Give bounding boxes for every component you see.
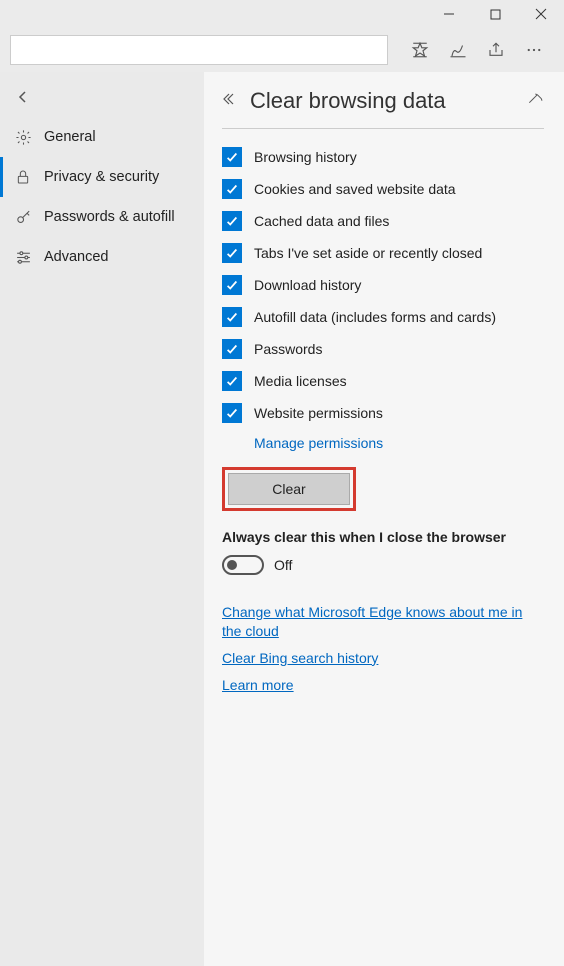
bing-history-link[interactable]: Clear Bing search history [222,649,544,668]
minimize-button[interactable] [426,0,472,28]
share-icon[interactable] [486,41,506,59]
checkbox-checked-icon [222,243,242,263]
lock-icon [14,169,32,185]
checkbox-browsing-history[interactable]: Browsing history [222,147,544,167]
checkbox-label: Media licenses [254,373,347,389]
panel-title: Clear browsing data [250,88,514,114]
checkbox-checked-icon [222,211,242,231]
clear-button[interactable]: Clear [228,473,350,505]
learn-more-link[interactable]: Learn more [222,676,544,695]
sidebar-item-advanced[interactable]: Advanced [0,237,204,277]
settings-sidebar: General Privacy & security Passwords & a… [0,72,204,966]
checkbox-cached-data[interactable]: Cached data and files [222,211,544,231]
close-button[interactable] [518,0,564,28]
checkbox-checked-icon [222,371,242,391]
sidebar-item-label: General [44,129,96,145]
cloud-data-link[interactable]: Change what Microsoft Edge knows about m… [222,603,544,641]
sidebar-item-general[interactable]: General [0,117,204,157]
clear-browsing-data-panel: Clear browsing data Browsing history Coo… [204,72,564,966]
checkbox-checked-icon [222,275,242,295]
manage-permissions-link[interactable]: Manage permissions [254,435,383,451]
sidebar-item-privacy-security[interactable]: Privacy & security [0,157,204,197]
window-controls [0,0,564,28]
browser-toolbar [0,28,564,72]
checkbox-tabs-set-aside[interactable]: Tabs I've set aside or recently closed [222,243,544,263]
checkbox-checked-icon [222,147,242,167]
checkbox-checked-icon [222,339,242,359]
checkbox-passwords[interactable]: Passwords [222,339,544,359]
checkbox-label: Autofill data (includes forms and cards) [254,309,496,325]
checkbox-label: Browsing history [254,149,357,165]
checkbox-download-history[interactable]: Download history [222,275,544,295]
toggle-state-label: Off [274,557,292,573]
always-clear-toggle[interactable] [222,555,264,575]
address-bar[interactable] [10,35,388,65]
sidebar-item-label: Advanced [44,249,109,265]
reading-list-icon[interactable] [448,41,468,59]
checkbox-autofill-data[interactable]: Autofill data (includes forms and cards) [222,307,544,327]
always-clear-heading: Always clear this when I close the brows… [222,529,544,545]
checkbox-website-permissions[interactable]: Website permissions [222,403,544,423]
sidebar-back-button[interactable] [0,82,204,117]
checkbox-label: Passwords [254,341,322,357]
clear-button-highlight: Clear [222,467,356,511]
checkbox-checked-icon [222,403,242,423]
checkbox-label: Website permissions [254,405,383,421]
sliders-icon [14,249,32,266]
sidebar-item-label: Passwords & autofill [44,209,175,225]
checkbox-label: Cached data and files [254,213,389,229]
checkbox-label: Tabs I've set aside or recently closed [254,245,482,261]
more-icon[interactable] [524,41,544,59]
panel-back-button[interactable] [222,92,236,111]
sidebar-item-label: Privacy & security [44,169,159,185]
sidebar-item-passwords-autofill[interactable]: Passwords & autofill [0,197,204,237]
key-icon [14,209,32,226]
gear-icon [14,129,32,146]
checkbox-checked-icon [222,179,242,199]
checkbox-cookies[interactable]: Cookies and saved website data [222,179,544,199]
checkbox-media-licenses[interactable]: Media licenses [222,371,544,391]
checkbox-checked-icon [222,307,242,327]
pin-icon[interactable] [528,92,544,111]
maximize-button[interactable] [472,0,518,28]
favorites-icon[interactable] [410,41,430,59]
checkbox-label: Cookies and saved website data [254,181,456,197]
checkbox-label: Download history [254,277,361,293]
